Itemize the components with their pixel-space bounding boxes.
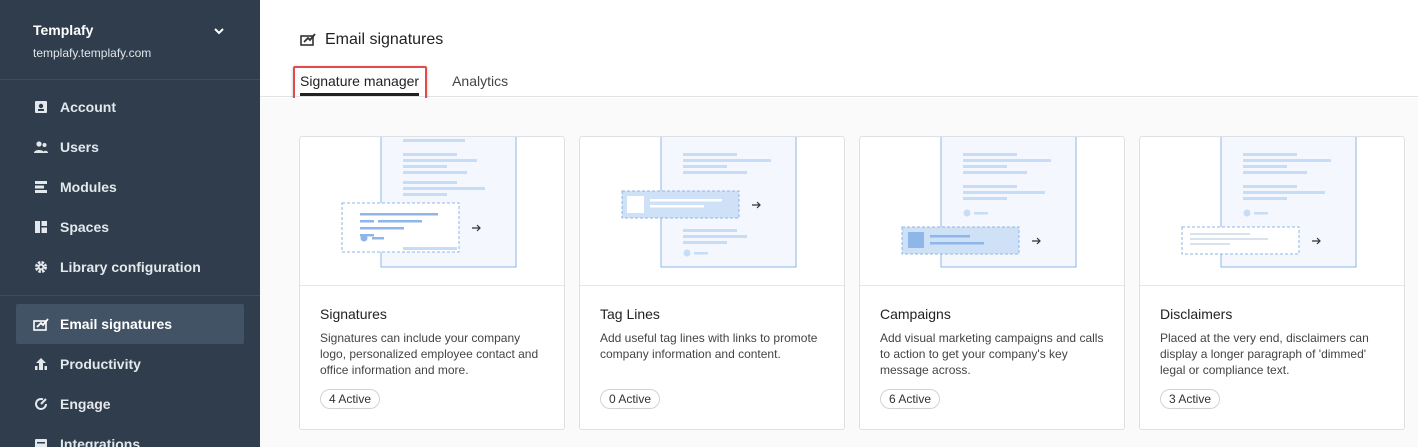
- card-list: Signatures Signatures can include your c…: [299, 136, 1418, 430]
- sidebar-divider: [0, 295, 260, 296]
- active-count-badge: 0 Active: [600, 389, 661, 409]
- workspace-switcher[interactable]: Templafy templafy.templafy.com: [0, 0, 260, 80]
- sidebar-item-label: Account: [60, 99, 116, 115]
- sidebar-item-label: Modules: [60, 179, 117, 195]
- sidebar-item-account[interactable]: Account: [0, 87, 260, 127]
- sidebar-item-email-signatures[interactable]: Email signatures: [16, 304, 244, 344]
- tab-analytics[interactable]: Analytics: [452, 73, 508, 95]
- sidebar-item-productivity[interactable]: Productivity: [0, 344, 260, 384]
- card-title: Signatures: [320, 306, 387, 322]
- campaigns-illustration: [860, 137, 1124, 286]
- card-description: Placed at the very end, disclaimers can …: [1160, 331, 1369, 377]
- chevron-down-icon[interactable]: [212, 24, 226, 38]
- main-content: Email signatures Signature manager Analy…: [260, 0, 1418, 447]
- email-signature-icon: [33, 316, 49, 332]
- tabs: Signature manager Analytics: [300, 73, 541, 96]
- card-title: Disclaimers: [1160, 306, 1233, 322]
- page-header: Email signatures Signature manager Analy…: [260, 0, 1418, 110]
- card-signatures[interactable]: Signatures Signatures can include your c…: [299, 136, 565, 430]
- sidebar-item-label: Email signatures: [60, 316, 173, 332]
- card-description: Add visual marketing campaigns and calls…: [880, 331, 1104, 377]
- productivity-icon: [33, 356, 49, 372]
- page-title: Email signatures: [300, 31, 443, 49]
- sidebar-item-label: Spaces: [60, 219, 110, 235]
- cards-area: Signatures Signatures can include your c…: [260, 98, 1418, 447]
- gear-icon: [33, 259, 49, 275]
- sidebar-item-library-configuration[interactable]: Library configuration: [0, 247, 260, 287]
- sidebar-item-label: Library configuration: [60, 259, 201, 275]
- sidebar-item-label: Engage: [60, 396, 111, 412]
- sidebar-item-spaces[interactable]: Spaces: [0, 207, 260, 247]
- card-title: Tag Lines: [600, 306, 660, 322]
- sidebar-item-modules[interactable]: Modules: [0, 167, 260, 207]
- sidebar-item-users[interactable]: Users: [0, 127, 260, 167]
- sidebar-item-label: Productivity: [60, 356, 141, 372]
- sidebar-item-integrations[interactable]: Integrations: [0, 424, 260, 447]
- tag-lines-illustration: [580, 137, 844, 286]
- sidebar: Templafy templafy.templafy.com Account U…: [0, 0, 260, 447]
- card-description: Add useful tag lines with links to promo…: [600, 331, 818, 361]
- active-count-badge: 6 Active: [880, 389, 941, 409]
- modules-icon: [33, 179, 49, 195]
- sidebar-nav: Account Users Modules Spaces Library con…: [0, 80, 260, 447]
- signatures-illustration: [300, 137, 564, 286]
- card-tag-lines[interactable]: Tag Lines Add useful tag lines with link…: [579, 136, 845, 430]
- sidebar-item-label: Users: [60, 139, 99, 155]
- integrations-icon: [33, 436, 49, 447]
- sidebar-item-engage[interactable]: Engage: [0, 384, 260, 424]
- workspace-domain: templafy.templafy.com: [33, 46, 152, 60]
- tab-signature-manager[interactable]: Signature manager: [300, 73, 420, 96]
- disclaimers-illustration: [1140, 137, 1404, 286]
- card-campaigns[interactable]: Campaigns Add visual marketing campaigns…: [859, 136, 1125, 430]
- card-description: Signatures can include your company logo…: [320, 331, 539, 377]
- users-icon: [33, 139, 49, 155]
- account-icon: [33, 99, 49, 115]
- active-count-badge: 3 Active: [1160, 389, 1221, 409]
- card-disclaimers[interactable]: Disclaimers Placed at the very end, disc…: [1139, 136, 1405, 430]
- sidebar-item-label: Integrations: [60, 436, 141, 447]
- email-signature-icon: [300, 32, 316, 48]
- active-count-badge: 4 Active: [320, 389, 381, 409]
- card-title: Campaigns: [880, 306, 951, 322]
- engage-icon: [33, 396, 49, 412]
- spaces-icon: [33, 219, 49, 235]
- page-title-text: Email signatures: [325, 31, 444, 48]
